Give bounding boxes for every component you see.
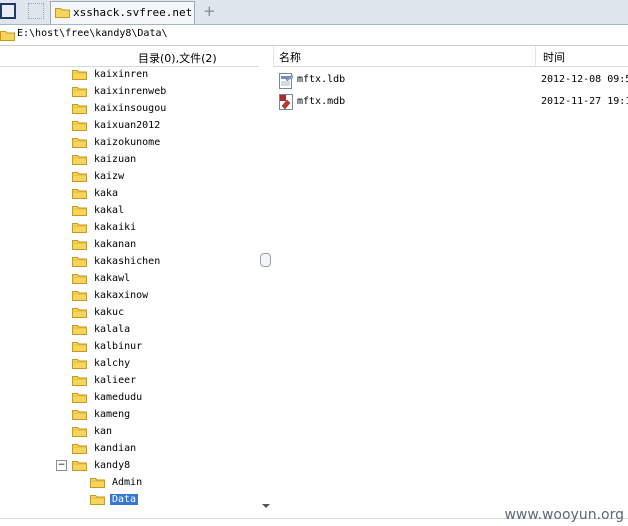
- tree-item-label: kalbinur: [94, 341, 143, 352]
- folder-icon: [72, 274, 87, 284]
- tree-item-label: kakashichen: [94, 256, 161, 267]
- tree-scrollbar[interactable]: [259, 66, 273, 518]
- tree-item-label: kan: [94, 426, 113, 437]
- folder-icon: [72, 342, 87, 352]
- panel-toggle-icon[interactable]: [0, 3, 16, 19]
- tree-item-label: Admin: [112, 477, 143, 488]
- folder-icon: [72, 223, 87, 233]
- tree-item-label: kaixinrenweb: [94, 86, 167, 97]
- folder-icon: [72, 138, 87, 148]
- folder-icon: [72, 257, 87, 267]
- collapse-toggle-icon[interactable]: −: [56, 460, 67, 471]
- folder-icon: [72, 87, 87, 97]
- tree-item-label: kaka: [94, 188, 119, 199]
- folder-icon: [72, 206, 87, 216]
- folder-icon: [0, 31, 15, 41]
- column-header-time[interactable]: 时间: [535, 46, 628, 67]
- tree-item-label: kalieer: [94, 375, 137, 386]
- file-name: mftx.mdb: [297, 96, 346, 107]
- column-header-name[interactable]: 名称: [273, 46, 536, 67]
- folder-icon: [72, 461, 87, 471]
- watermark: www.wooyun.org: [504, 507, 624, 523]
- tab-current[interactable]: xsshack.svfree.net: [50, 1, 195, 24]
- tree-item-label: kamedudu: [94, 392, 143, 403]
- file-time: 2012-11-27 19:1: [541, 96, 628, 107]
- folder-icon: [72, 240, 87, 250]
- tree-header-label: 目录(0),文件(2): [138, 52, 217, 65]
- column-time-label: 时间: [543, 51, 565, 64]
- folder-icon: [72, 376, 87, 386]
- folder-icon: [72, 172, 87, 182]
- folder-icon: [72, 155, 87, 165]
- folder-icon: [90, 478, 105, 488]
- folder-icon: [72, 291, 87, 301]
- folder-icon: [72, 444, 87, 454]
- folder-icon: [72, 427, 87, 437]
- tree-item-label: kaizw: [94, 171, 125, 182]
- folder-icon: [72, 308, 87, 318]
- tree-item-label: kandy8: [94, 460, 131, 471]
- tree-item-label: kaizuan: [94, 154, 137, 165]
- folder-icon: [72, 359, 87, 369]
- tab-bar: xsshack.svfree.net +: [0, 0, 628, 25]
- ldb-file-icon: [279, 73, 294, 89]
- folder-icon: [72, 104, 87, 114]
- folder-icon: [72, 410, 87, 420]
- tree-item-label: kakaiki: [94, 222, 137, 233]
- tree-header: 目录(0),文件(2): [0, 46, 273, 67]
- tree-item-label: kaixuan2012: [94, 120, 161, 131]
- tree-item-label: kalchy: [94, 358, 131, 369]
- tree-item-label: kakaxinow: [94, 290, 149, 301]
- scrollbar-thumb[interactable]: [260, 253, 271, 267]
- tree-item-label: kakawl: [94, 273, 131, 284]
- folder-icon: [72, 325, 87, 335]
- tab-label: xsshack.svfree.net: [73, 6, 193, 19]
- tree-item-label: kameng: [94, 409, 131, 420]
- folder-icon: [72, 70, 87, 80]
- address-path[interactable]: E:\host\free\kandy8\Data\: [17, 28, 168, 39]
- tree-item-label: kalala: [94, 324, 131, 335]
- address-bar[interactable]: E:\host\free\kandy8\Data\: [0, 25, 628, 46]
- folder-icon: [55, 8, 70, 18]
- tree-item-label: kakal: [94, 205, 125, 216]
- tree-item-label: kakuc: [94, 307, 125, 318]
- folder-icon: [72, 189, 87, 199]
- column-name-label: 名称: [279, 51, 301, 64]
- new-tab-button[interactable]: +: [203, 2, 216, 20]
- tree-item-label: kandian: [94, 443, 137, 454]
- blank-page-icon[interactable]: [28, 3, 44, 19]
- tree-item-label: Data: [110, 494, 139, 505]
- mdb-file-icon: [279, 94, 293, 110]
- tree-item-label: kakanan: [94, 239, 137, 250]
- file-row[interactable]: mftx.ldb 2012-12-08 09:5: [278, 72, 628, 89]
- scroll-down-arrow-icon[interactable]: [262, 504, 270, 508]
- tree-item-label: kaixinsougou: [94, 103, 167, 114]
- file-name: mftx.ldb: [297, 74, 346, 85]
- file-time: 2012-12-08 09:5: [541, 74, 628, 85]
- file-row[interactable]: mftx.mdb 2012-11-27 19:1: [278, 94, 628, 111]
- folder-icon: [72, 121, 87, 131]
- tree-item-label: kaizokunome: [94, 137, 161, 148]
- folder-icon: [72, 393, 87, 403]
- tree-item-label: kaixinren: [94, 69, 149, 80]
- folder-icon: [90, 495, 105, 505]
